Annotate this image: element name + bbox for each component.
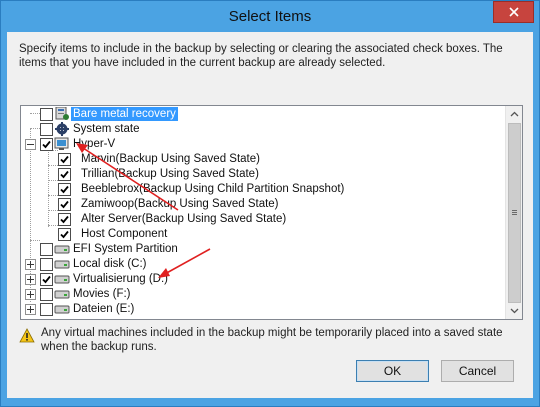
close-icon [508, 7, 519, 17]
drive-icon [54, 290, 70, 299]
tree-item-bare-metal-recovery[interactable]: Bare metal recovery [21, 107, 501, 122]
ok-button[interactable]: OK [356, 360, 429, 382]
dateien-e-checkbox[interactable] [40, 303, 53, 316]
tree-item-label: Zamiwoop(Backup Using Saved State) [81, 198, 279, 210]
tree-item-label: Hyper-V [73, 138, 116, 150]
trillian-checkbox[interactable] [58, 168, 71, 181]
tree-item-alter-server[interactable]: Alter Server(Backup Using Saved State) [21, 212, 501, 227]
select-items-dialog: Select Items Specify items to include in… [0, 0, 540, 407]
drive-icon [54, 245, 70, 254]
drive-icon [54, 260, 70, 269]
tree-scrollbar[interactable] [505, 106, 522, 319]
tree-item-dateien-e[interactable]: Dateien (E:) [21, 302, 501, 317]
tree-item-label: Virtualisierung (D:) [73, 273, 169, 285]
tree-item-label: EFI System Partition [73, 243, 178, 255]
bare-metal-recovery-checkbox[interactable] [40, 108, 53, 121]
tree-item-beeblebrox[interactable]: Beeblebrox(Backup Using Child Partition … [21, 182, 501, 197]
items-tree[interactable]: Bare metal recovery System state Hyper-V… [20, 105, 523, 320]
instructions-text: Specify items to include in the backup b… [19, 43, 503, 69]
hyper-v-icon [54, 137, 69, 150]
tree-item-local-disk-c[interactable]: Local disk (C:) [21, 257, 501, 272]
tree-item-label: Marvin(Backup Using Saved State) [81, 153, 260, 165]
tree-item-movies-f[interactable]: Movies (F:) [21, 287, 501, 302]
system-state-checkbox[interactable] [40, 123, 53, 136]
tree-item-label: System state [73, 123, 140, 135]
efi-checkbox[interactable] [40, 243, 53, 256]
expand-toggle[interactable] [25, 259, 36, 270]
expand-toggle[interactable] [25, 304, 36, 315]
expand-toggle[interactable] [25, 289, 36, 300]
movies-f-checkbox[interactable] [40, 288, 53, 301]
expand-toggle[interactable] [25, 274, 36, 285]
cancel-button[interactable]: Cancel [441, 360, 514, 382]
alter-server-checkbox[interactable] [58, 213, 71, 226]
dialog-title: Select Items [228, 8, 312, 25]
tree-item-label: Trillian(Backup Using Saved State) [81, 168, 259, 180]
tree-item-label: Beeblebrox(Backup Using Child Partition … [81, 183, 345, 195]
tree-item-zamiwoop[interactable]: Zamiwoop(Backup Using Saved State) [21, 197, 501, 212]
warning-icon [19, 328, 35, 343]
tree-item-label: Alter Server(Backup Using Saved State) [81, 213, 287, 225]
host-component-checkbox[interactable] [58, 228, 71, 241]
close-button[interactable] [493, 1, 534, 23]
tree-item-host-component[interactable]: Host Component [21, 227, 501, 242]
tree-item-label: Local disk (C:) [73, 258, 147, 270]
tree-item-marvin[interactable]: Marvin(Backup Using Saved State) [21, 152, 501, 167]
dialog-body: Specify items to include in the backup b… [7, 32, 533, 398]
hyper-v-checkbox[interactable] [40, 138, 53, 151]
warning-text: Any virtual machines included in the bac… [41, 327, 503, 353]
drive-icon [54, 305, 70, 314]
chevron-down-icon [510, 308, 518, 314]
drive-icon [54, 275, 70, 284]
scroll-down-button[interactable] [506, 303, 522, 319]
tree-item-label: Movies (F:) [73, 288, 131, 300]
title-bar[interactable]: Select Items [1, 1, 539, 31]
gear-icon [55, 122, 69, 136]
collapse-toggle[interactable] [25, 139, 36, 150]
tree-item-hyper-v[interactable]: Hyper-V [21, 137, 501, 152]
zamiwoop-checkbox[interactable] [58, 198, 71, 211]
scroll-thumb[interactable] [508, 123, 521, 303]
tree-item-efi-system-partition[interactable]: EFI System Partition [21, 242, 501, 257]
scroll-up-button[interactable] [506, 106, 522, 122]
virtualisierung-d-checkbox[interactable] [40, 273, 53, 286]
local-disk-c-checkbox[interactable] [40, 258, 53, 271]
chevron-up-icon [510, 111, 518, 117]
marvin-checkbox[interactable] [58, 153, 71, 166]
tree-item-virtualisierung-d[interactable]: Virtualisierung (D:) [21, 272, 501, 287]
tree-item-label: Host Component [81, 228, 168, 240]
tree-item-system-state[interactable]: System state [21, 122, 501, 137]
tree-item-trillian[interactable]: Trillian(Backup Using Saved State) [21, 167, 501, 182]
tree-item-label: Bare metal recovery [71, 107, 178, 121]
tree-item-label: Dateien (E:) [73, 303, 135, 315]
beeblebrox-checkbox[interactable] [58, 183, 71, 196]
bare-metal-icon [55, 107, 69, 120]
